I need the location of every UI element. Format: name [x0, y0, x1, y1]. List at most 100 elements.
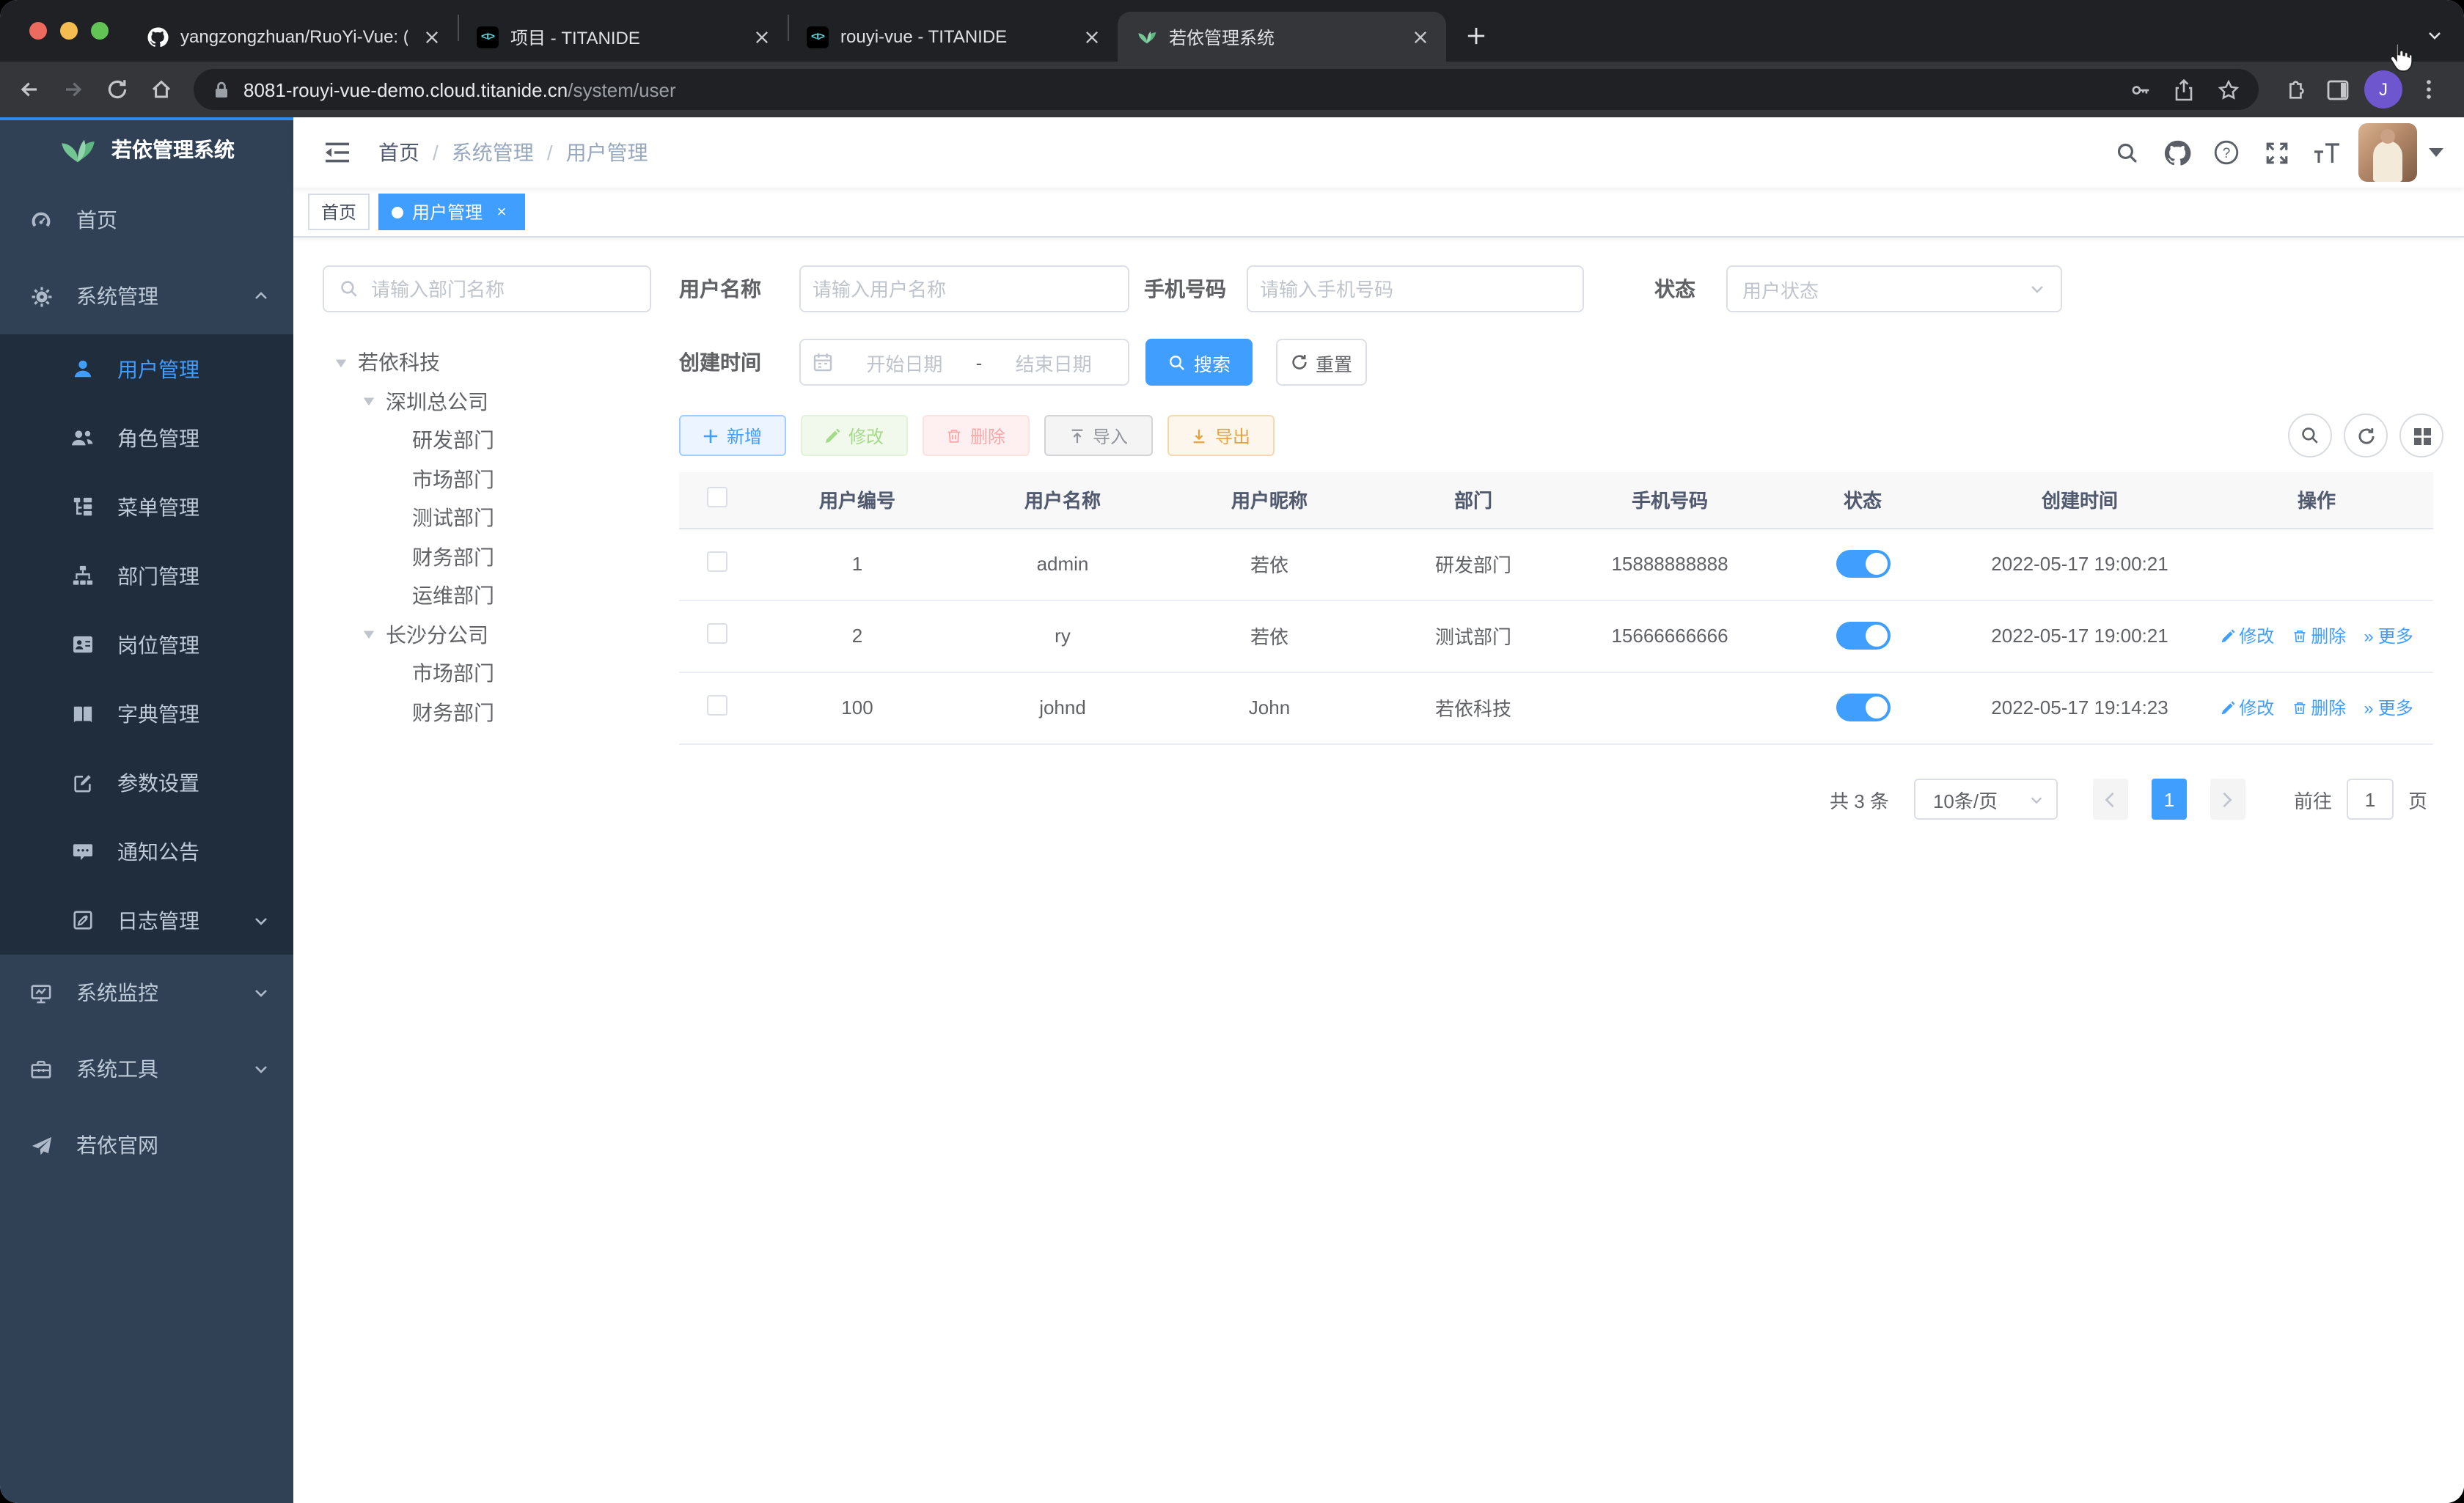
text-size-icon[interactable]	[2309, 135, 2344, 170]
fullscreen-icon[interactable]	[2259, 135, 2294, 170]
user-icon	[70, 358, 94, 380]
edit-button[interactable]: 修改	[801, 415, 908, 456]
reload-icon[interactable]	[97, 69, 138, 110]
refresh-icon-button[interactable]	[2344, 414, 2388, 457]
sidebar-item-role-management[interactable]: 角色管理	[0, 403, 293, 472]
sidebar-item-official-site[interactable]: 若依官网	[0, 1107, 293, 1183]
tree-node-marketing[interactable]: 市场部门	[323, 460, 660, 499]
tree-node-company[interactable]: 若依科技	[323, 343, 660, 382]
header-search-icon[interactable]	[2109, 135, 2144, 170]
tab-ruoyi-admin-active[interactable]: 若依管理系统	[1118, 12, 1446, 62]
next-page-button[interactable]	[2210, 779, 2245, 820]
tree-caret-icon[interactable]	[362, 628, 377, 642]
status-toggle-on[interactable]	[1836, 694, 1890, 721]
delete-button[interactable]: 删除	[923, 415, 1030, 456]
tree-caret-icon[interactable]	[362, 395, 377, 408]
export-button[interactable]: 导出	[1167, 415, 1275, 456]
status-toggle-on[interactable]	[1836, 550, 1890, 578]
row-more-link[interactable]: » 更多	[2364, 623, 2413, 648]
browser-profile-avatar[interactable]: J	[2364, 70, 2402, 109]
back-icon[interactable]	[9, 69, 50, 110]
sidebar-item-notice[interactable]: 通知公告	[0, 817, 293, 886]
tab-close-icon[interactable]	[1079, 25, 1103, 48]
user-avatar[interactable]	[2358, 123, 2417, 182]
date-range-picker[interactable]: 开始日期 - 结束日期	[799, 339, 1129, 386]
password-key-icon[interactable]	[2124, 73, 2156, 106]
row-edit-link[interactable]: 修改	[2220, 695, 2274, 720]
sidebar-item-system-monitor[interactable]: 系统监控	[0, 955, 293, 1031]
sidebar-item-param-settings[interactable]: 参数设置	[0, 748, 293, 817]
tree-node-testing[interactable]: 测试部门	[323, 499, 660, 537]
row-delete-link[interactable]: 删除	[2292, 623, 2346, 648]
tree-node-cs-finance[interactable]: 财务部门	[323, 693, 660, 732]
current-page-button[interactable]: 1	[2151, 779, 2187, 820]
select-all-checkbox[interactable]	[707, 487, 727, 508]
forward-icon[interactable]	[53, 69, 94, 110]
zoom-window-button[interactable]	[91, 22, 109, 40]
tag-close-icon[interactable]: ×	[491, 202, 512, 222]
tab-close-icon[interactable]	[1408, 25, 1431, 48]
url-bar[interactable]: 8081-rouyi-vue-demo.cloud.titanide.cn/sy…	[194, 69, 2259, 110]
share-icon[interactable]	[2168, 73, 2200, 106]
sidebar-collapse-icon[interactable]	[314, 129, 361, 176]
help-question-icon[interactable]: ?	[2209, 135, 2244, 170]
status-select[interactable]: 用户状态	[1726, 265, 2062, 312]
search-button[interactable]: 搜索	[1145, 339, 1253, 386]
cell-username: ry	[959, 600, 1166, 672]
tree-node-cs-marketing[interactable]: 市场部门	[323, 654, 660, 693]
column-settings-icon-button[interactable]	[2399, 414, 2443, 457]
avatar-caret-down-icon[interactable]	[2429, 147, 2443, 158]
browser-menu-kebab-icon[interactable]	[2408, 69, 2449, 110]
sidebar-item-dict-management[interactable]: 字典管理	[0, 679, 293, 748]
tab-search-chevron-icon[interactable]	[2426, 26, 2443, 44]
minimize-window-button[interactable]	[60, 22, 78, 40]
sidebar-item-system-management[interactable]: 系统管理	[0, 258, 293, 334]
sidebar-item-user-management[interactable]: 用户管理	[0, 334, 293, 403]
add-button[interactable]: 新增	[679, 415, 786, 456]
row-more-link[interactable]: » 更多	[2364, 695, 2413, 720]
tab-titanide-project[interactable]: <t> 项目 - TITANIDE	[459, 12, 788, 62]
reset-button[interactable]: 重置	[1276, 339, 1367, 386]
toggle-search-icon-button[interactable]	[2288, 414, 2332, 457]
tag-home[interactable]: 首页	[308, 194, 370, 230]
tab-ruoyi-github[interactable]: yangzongzhuan/RuoYi-Vue: (Ru	[129, 12, 458, 62]
sidebar-item-system-tools[interactable]: 系统工具	[0, 1031, 293, 1107]
prev-page-button[interactable]	[2092, 779, 2128, 820]
tab-close-icon[interactable]	[419, 25, 443, 48]
home-icon[interactable]	[141, 69, 182, 110]
row-delete-link[interactable]: 删除	[2292, 695, 2346, 720]
username-input[interactable]	[801, 267, 1128, 311]
sidebar-item-home[interactable]: 首页	[0, 182, 293, 258]
app-logo[interactable]: 若依管理系统	[0, 117, 293, 182]
tab-titanide-rouyi[interactable]: <t> rouyi-vue - TITANIDE	[789, 12, 1118, 62]
github-icon[interactable]	[2159, 135, 2194, 170]
new-tab-button[interactable]	[1455, 15, 1496, 56]
breadcrumb-home[interactable]: 首页	[378, 138, 419, 167]
sidebar-item-dept-management[interactable]: 部门管理	[0, 541, 293, 610]
tab-close-icon[interactable]	[749, 25, 773, 48]
phone-input[interactable]	[1248, 267, 1583, 311]
tree-node-ops[interactable]: 运维部门	[323, 576, 660, 615]
row-edit-link[interactable]: 修改	[2220, 623, 2274, 648]
tree-node-finance[interactable]: 财务部门	[323, 537, 660, 576]
dept-search-input[interactable]	[359, 267, 650, 311]
page-size-select[interactable]: 10条/页	[1913, 779, 2058, 820]
import-button[interactable]: 导入	[1044, 415, 1153, 456]
extensions-puzzle-icon[interactable]	[2273, 69, 2314, 110]
side-panel-icon[interactable]	[2317, 69, 2358, 110]
sidebar-item-post-management[interactable]: 岗位管理	[0, 610, 293, 679]
sidebar-item-log-management[interactable]: 日志管理	[0, 886, 293, 955]
close-window-button[interactable]	[29, 22, 47, 40]
tree-caret-icon[interactable]	[334, 356, 349, 370]
row-checkbox[interactable]	[707, 695, 727, 716]
tree-node-shenzhen[interactable]: 深圳总公司	[323, 382, 660, 421]
sidebar-item-menu-management[interactable]: 菜单管理	[0, 472, 293, 541]
tree-node-changsha[interactable]: 长沙分公司	[323, 615, 660, 654]
row-checkbox[interactable]	[707, 551, 727, 572]
tag-user-management-active[interactable]: 用户管理 ×	[378, 194, 526, 230]
tree-node-rnd[interactable]: 研发部门	[323, 421, 660, 460]
row-checkbox[interactable]	[707, 623, 727, 644]
bookmark-star-icon[interactable]	[2212, 73, 2244, 106]
status-toggle-on[interactable]	[1836, 622, 1890, 650]
goto-page-input[interactable]	[2346, 779, 2394, 820]
